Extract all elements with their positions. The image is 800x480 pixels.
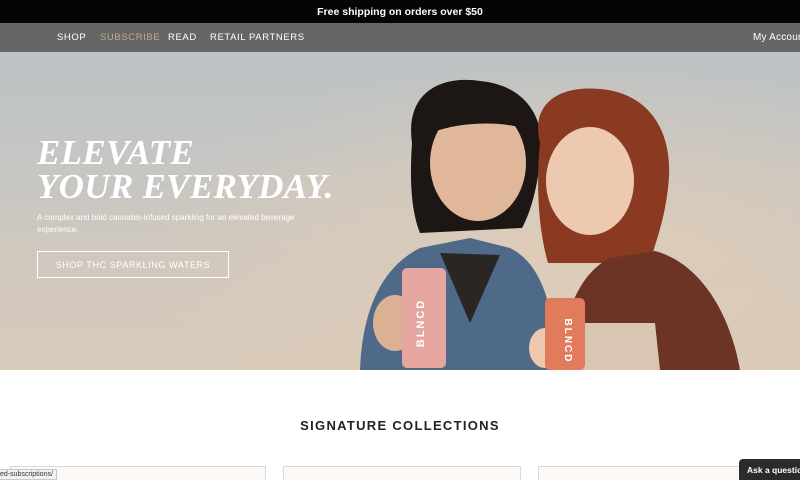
can-logo-right: BLNCD xyxy=(562,319,573,364)
hero-banner: BLNCD BLNCD SHOP SUBSCRIBE READ RETAIL P… xyxy=(0,23,800,370)
nav-item-subscribe[interactable]: SUBSCRIBE xyxy=(100,23,160,52)
shop-button-label: SHOP THC SPARKLING WATERS xyxy=(55,259,211,270)
collection-card-2[interactable] xyxy=(283,466,521,480)
status-url-text: ed-subscriptions/ xyxy=(0,471,53,478)
hero-subtitle: A complex and bold cannabis-infused spar… xyxy=(37,213,295,234)
nav-item-shop[interactable]: SHOP xyxy=(57,23,86,52)
my-account-link[interactable]: My Account xyxy=(753,23,800,52)
hero-title-line-1: ELEVATE xyxy=(37,133,195,172)
shop-thc-waters-button[interactable]: SHOP THC SPARKLING WATERS xyxy=(37,251,229,278)
hero-title-line-2: YOUR EVERYDAY. xyxy=(37,167,334,206)
announcement-text: Free shipping on orders over $50 xyxy=(317,5,483,18)
can-logo-left: BLNCD xyxy=(415,299,427,348)
nav-item-read[interactable]: READ xyxy=(168,23,197,52)
hero-title: ELEVATE YOUR EVERYDAY. xyxy=(37,133,357,206)
ask-question-button[interactable]: Ask a question xyxy=(739,459,800,480)
status-url-tooltip: ed-subscriptions/ xyxy=(0,469,57,480)
main-nav: SHOP SUBSCRIBE READ RETAIL PARTNERS My A… xyxy=(0,23,800,52)
signature-collections-heading: SIGNATURE COLLECTIONS xyxy=(300,418,500,433)
announcement-bar: Free shipping on orders over $50 xyxy=(0,0,800,23)
ask-question-label: Ask a question xyxy=(747,465,800,475)
nav-item-retail-partners[interactable]: RETAIL PARTNERS xyxy=(210,23,305,52)
